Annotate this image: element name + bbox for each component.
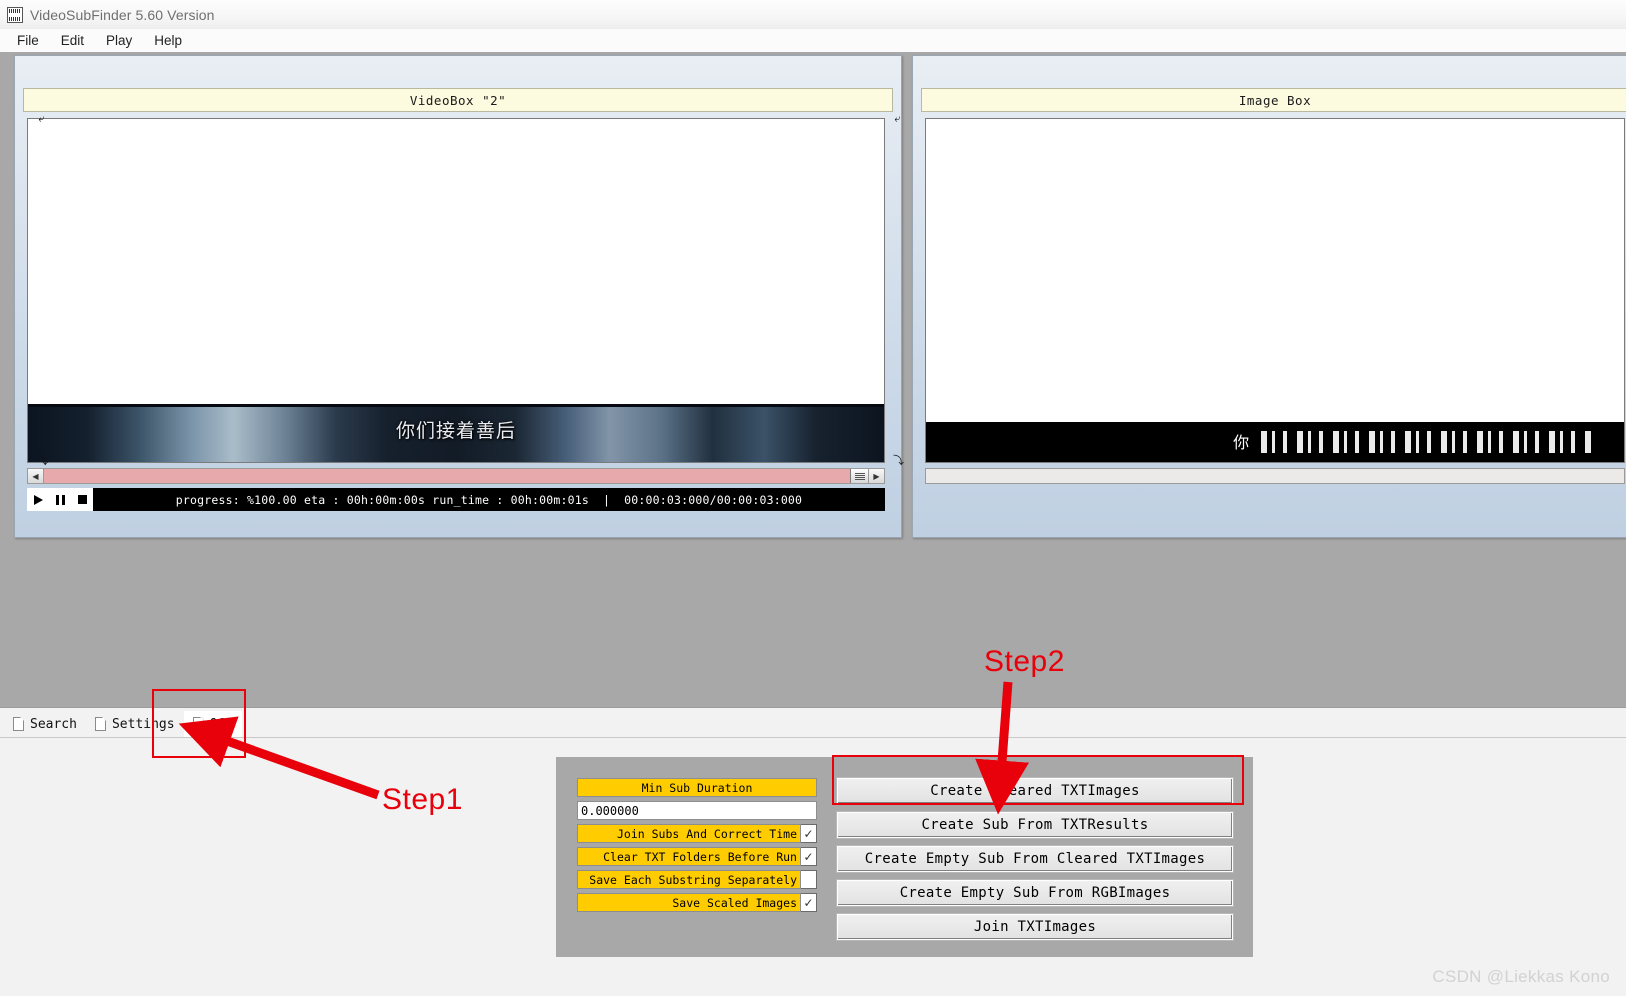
document-icon (13, 717, 24, 731)
video-view[interactable]: 你们接着善后 (27, 118, 885, 463)
tab-settings[interactable]: Settings (86, 711, 184, 737)
menu-item-edit[interactable]: Edit (50, 31, 95, 50)
status-separator: | (602, 492, 611, 507)
scroll-right-icon[interactable]: ▶ (868, 469, 884, 483)
tab-search[interactable]: Search (4, 711, 86, 737)
image-scrollbar[interactable] (925, 468, 1625, 484)
stop-icon (77, 495, 87, 504)
image-box-panel: Image Box 你 (912, 55, 1626, 538)
clear-txt-folders-checkbox[interactable]: ✓ (801, 847, 817, 866)
crop-handle-top-left[interactable]: ⤶ (37, 113, 46, 124)
image-subtitle-fragment: 你 (1233, 433, 1250, 452)
crop-handle-bottom-left[interactable]: ⤵ (37, 455, 48, 466)
workspace: VideoBox "2" 你们接着善后 ⤶ ⤶ ⤵ ⤵ ◀ ▶ progress… (0, 52, 1626, 707)
video-box-title: VideoBox "2" (23, 88, 893, 112)
option-join-subs-and-correct-time[interactable]: Join Subs And Correct Time ✓ (577, 824, 817, 843)
option-clear-txt-folders-before-run[interactable]: Clear TXT Folders Before Run ✓ (577, 847, 817, 866)
crop-handle-top-right[interactable]: ⤶ (893, 113, 902, 124)
clear-txt-folders-label: Clear TXT Folders Before Run (577, 847, 801, 866)
document-icon (94, 717, 106, 731)
document-icon (192, 717, 204, 731)
play-icon (33, 494, 43, 505)
video-box-panel: VideoBox "2" 你们接着善后 ⤶ ⤶ ⤵ ⤵ ◀ ▶ progress… (14, 55, 904, 538)
create-cleared-txtimages-button[interactable]: Create Cleared TXTImages (837, 778, 1233, 804)
transport-controls: progress: %100.00 eta : 00h:00m:00s run_… (27, 488, 885, 511)
ocr-options-column: Min Sub Duration 0.000000 Join Subs And … (577, 778, 817, 916)
create-empty-sub-from-cleared-txtimages-button[interactable]: Create Empty Sub From Cleared TXTImages (837, 846, 1233, 872)
min-sub-duration-label: Min Sub Duration (577, 778, 817, 797)
save-scaled-images-checkbox[interactable]: ✓ (801, 893, 817, 912)
time-display: 00:00:03:000/00:00:03:000 (624, 492, 803, 507)
option-save-scaled-images[interactable]: Save Scaled Images ✓ (577, 893, 817, 912)
save-each-substring-checkbox[interactable] (801, 870, 817, 889)
save-scaled-images-label: Save Scaled Images (577, 893, 801, 912)
image-subtitle-glyphs (1261, 431, 1597, 453)
tab-settings-label: Settings (111, 716, 175, 732)
image-view[interactable]: 你 (925, 118, 1625, 463)
status-bar: progress: %100.00 eta : 00h:00m:00s run_… (93, 488, 885, 511)
menu-item-play[interactable]: Play (95, 31, 143, 50)
menu-bar: File Edit Play Help (0, 29, 1626, 52)
watermark: CSDN @Liekkas Kono (1432, 967, 1610, 986)
create-sub-from-txtresults-button[interactable]: Create Sub From TXTResults (837, 812, 1233, 838)
save-each-substring-label: Save Each Substring Separately (577, 870, 801, 889)
window-title: VideoSubFinder 5.60 Version (30, 6, 215, 23)
progress-text: progress: %100.00 eta : 00h:00m:00s run_… (175, 492, 589, 507)
pause-button[interactable] (49, 488, 71, 511)
annotation-step2-label: Step2 (984, 645, 1065, 678)
join-subs-checkbox[interactable]: ✓ (801, 824, 817, 843)
video-subtitle-text: 你们接着善后 (395, 420, 516, 442)
stop-button[interactable] (71, 488, 93, 511)
scroll-left-icon[interactable]: ◀ (28, 469, 44, 483)
crop-handle-bottom-right[interactable]: ⤵ (893, 455, 904, 466)
join-subs-label: Join Subs And Correct Time (577, 824, 801, 843)
grip-icon (854, 472, 865, 480)
title-bar: VideoSubFinder 5.60 Version (0, 0, 1626, 29)
ocr-actions-column: Create Cleared TXTImages Create Sub From… (837, 778, 1233, 948)
application-window: VideoSubFinder 5.60 Version File Edit Pl… (0, 0, 1626, 996)
tab-strip: Search Settings OCR (0, 707, 1626, 737)
create-empty-sub-from-rgbimages-button[interactable]: Create Empty Sub From RGBImages (837, 880, 1233, 906)
video-scroll-thumb[interactable] (850, 469, 868, 483)
menu-item-file[interactable]: File (6, 31, 50, 50)
video-frame-still: 你们接着善后 (28, 404, 884, 462)
option-save-each-substring-separately[interactable]: Save Each Substring Separately (577, 870, 817, 889)
menu-item-help[interactable]: Help (143, 31, 193, 50)
play-button[interactable] (27, 488, 49, 511)
annotation-step1-label: Step1 (382, 783, 463, 816)
tab-search-label: Search (30, 716, 77, 732)
image-box-title: Image Box (921, 88, 1626, 112)
video-scroll-track[interactable] (44, 469, 868, 483)
pause-icon (55, 494, 65, 505)
video-scrollbar[interactable]: ◀ ▶ (27, 468, 885, 484)
join-txtimages-button[interactable]: Join TXTImages (837, 914, 1233, 940)
option-min-sub-duration: Min Sub Duration (577, 778, 817, 797)
app-film-icon (7, 6, 23, 23)
image-frame-still: 你 (926, 422, 1624, 462)
tab-ocr[interactable]: OCR (183, 711, 243, 737)
min-sub-duration-input[interactable]: 0.000000 (577, 801, 817, 820)
tab-ocr-label: OCR (209, 716, 234, 732)
ocr-settings-block: Min Sub Duration 0.000000 Join Subs And … (556, 757, 1253, 957)
